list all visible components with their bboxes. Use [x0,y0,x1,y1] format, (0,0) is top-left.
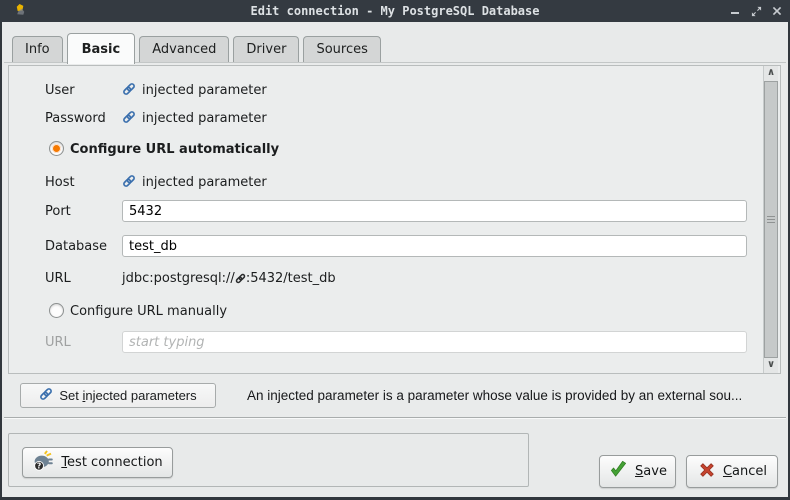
tab-sources[interactable]: Sources [303,36,380,63]
check-icon [608,459,629,484]
database-label: Database [45,239,107,254]
chain-link-icon [235,273,246,288]
svg-text:?: ? [37,461,41,470]
url-preview-value: jdbc:postgresql://:5432/test_db [122,271,336,288]
password-label: Password [45,111,106,126]
vertical-scrollbar[interactable]: ∧ ∨ [763,66,778,373]
tab-info[interactable]: Info [12,36,63,63]
database-input[interactable] [122,235,747,257]
tab-driver[interactable]: Driver [233,36,299,63]
scroll-up-icon[interactable]: ∧ [764,66,778,81]
url-manual-label: URL [45,335,71,350]
url-manual-input[interactable] [122,331,747,353]
titlebar: Edit connection - My PostgreSQL Database [0,0,790,22]
url-preview-label: URL [45,271,71,286]
save-button[interactable]: Save [599,455,676,488]
host-value: injected parameter [142,175,267,190]
tab-bar: Info Basic Advanced Driver Sources [12,33,385,63]
scrollbar-grip [767,216,775,224]
test-connection-groupbox: ? Test connection [8,433,529,487]
edit-connection-window: Edit connection - My PostgreSQL Database… [0,0,790,500]
minimize-icon[interactable] [728,4,742,18]
cross-icon [697,460,717,484]
user-value: injected parameter [142,83,267,98]
injected-parameters-row: Set injected parameters An injected para… [4,383,786,409]
save-label: Save [635,464,667,479]
scrollbar-thumb[interactable] [764,81,778,358]
maximize-icon[interactable] [749,4,763,18]
chain-link-icon [122,174,136,192]
password-value: injected parameter [142,111,267,126]
chain-link-icon [39,387,53,404]
test-connection-label: Test connection [61,455,162,470]
port-label: Port [45,204,71,219]
form-scroll-area: User injected parameter Password injecte… [8,65,781,374]
tab-advanced[interactable]: Advanced [139,36,229,63]
user-label: User [45,83,75,98]
configure-url-automatically-radio[interactable] [49,141,64,156]
cancel-label: Cancel [723,464,767,479]
host-label: Host [45,175,75,190]
configure-url-manually-label: Configure URL manually [70,304,227,319]
plug-test-icon: ? [32,449,55,476]
close-icon[interactable] [770,4,784,18]
dialog-body: Info Basic Advanced Driver Sources User … [2,22,788,497]
configure-url-manually-radio[interactable] [49,303,64,318]
set-injected-parameters-button[interactable]: Set injected parameters [20,383,216,408]
test-connection-button[interactable]: ? Test connection [22,447,173,478]
tab-basic[interactable]: Basic [67,33,136,64]
basic-tab-panel: User injected parameter Password injecte… [4,62,786,418]
chain-link-icon [122,110,136,128]
cancel-button[interactable]: Cancel [686,455,778,488]
window-title: Edit connection - My PostgreSQL Database [0,4,790,18]
scroll-down-icon[interactable]: ∨ [764,358,778,373]
set-injected-parameters-label: Set injected parameters [59,388,196,403]
chain-link-icon [122,82,136,100]
port-input[interactable] [122,200,747,222]
injected-parameter-description: An injected parameter is a parameter who… [247,383,776,408]
configure-url-automatically-label: Configure URL automatically [70,142,279,157]
